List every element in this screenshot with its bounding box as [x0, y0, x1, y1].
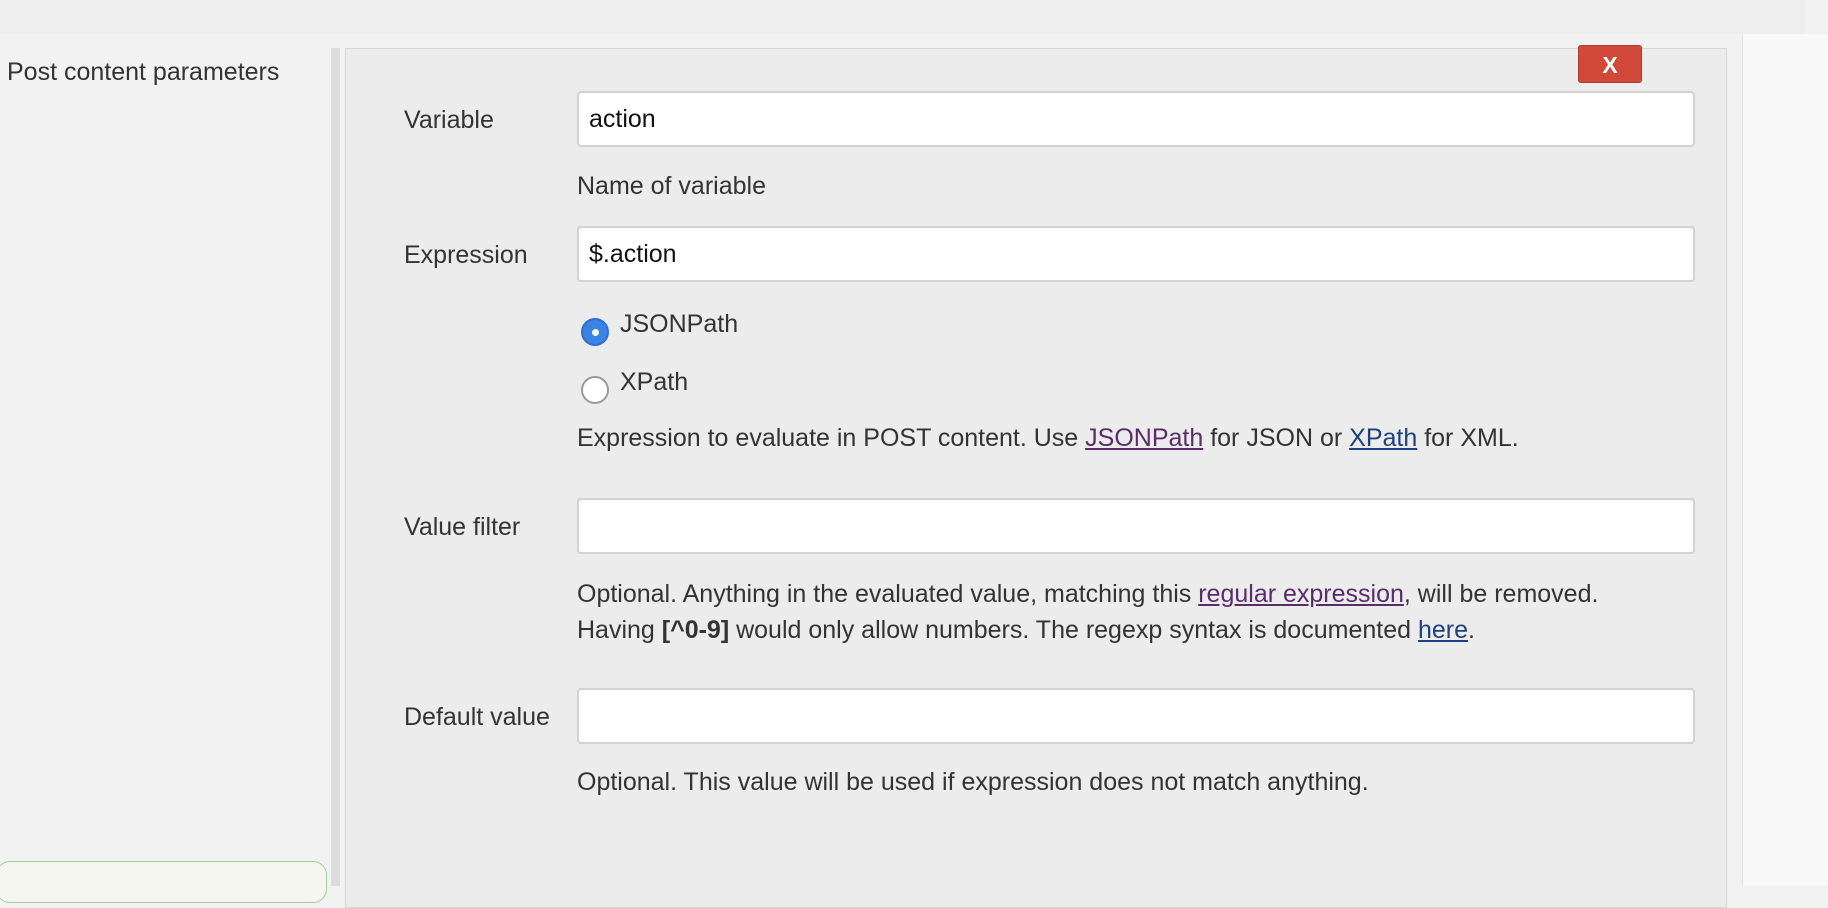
- delete-button[interactable]: X: [1578, 45, 1642, 83]
- default-value-input[interactable]: [577, 688, 1695, 744]
- expression-input[interactable]: [577, 226, 1695, 282]
- top-strip: [0, 0, 1806, 34]
- value-filter-help-line1-prefix: Optional. Anything in the evaluated valu…: [577, 580, 1199, 608]
- repeatable-handle: [331, 48, 340, 886]
- value-filter-help-line2-mid: would only allow numbers. The regexp syn…: [729, 616, 1418, 644]
- variable-help: Name of variable: [577, 172, 766, 200]
- section-label: Post content parameters: [7, 58, 280, 86]
- value-filter-help: Optional. Anything in the evaluated valu…: [577, 576, 1598, 648]
- value-filter-label: Value filter: [404, 513, 521, 541]
- right-gutter: [1742, 34, 1828, 886]
- xpath-link[interactable]: XPath: [1349, 424, 1417, 452]
- xpath-radio-label[interactable]: XPath: [620, 368, 688, 397]
- value-filter-input[interactable]: [577, 498, 1695, 554]
- value-filter-help-line2-prefix: Having: [577, 616, 662, 644]
- expression-help-prefix: Expression to evaluate in POST content. …: [577, 424, 1086, 452]
- regex-example: [^0-9]: [661, 616, 730, 644]
- variable-input[interactable]: [577, 91, 1695, 147]
- expression-help-suffix: for XML.: [1417, 424, 1519, 452]
- value-filter-help-line1: Optional. Anything in the evaluated valu…: [577, 576, 1598, 612]
- regular-expression-link[interactable]: regular expression: [1198, 580, 1404, 608]
- jsonpath-radio-label[interactable]: JSONPath: [620, 310, 738, 339]
- expression-help: Expression to evaluate in POST content. …: [577, 420, 1519, 456]
- value-filter-help-line2: Having [^0-9] would only allow numbers. …: [577, 612, 1598, 648]
- jsonpath-link[interactable]: JSONPath: [1085, 424, 1203, 452]
- bottom-left-box: [0, 861, 327, 903]
- default-value-label: Default value: [404, 703, 550, 731]
- here-link[interactable]: here: [1418, 616, 1468, 644]
- value-filter-help-line2-suffix: .: [1468, 616, 1475, 644]
- expression-label: Expression: [404, 241, 528, 269]
- default-value-help: Optional. This value will be used if exp…: [577, 768, 1369, 796]
- variable-label: Variable: [404, 106, 494, 134]
- value-filter-help-line1-suffix: , will be removed.: [1403, 580, 1599, 608]
- xpath-radio[interactable]: [581, 376, 609, 404]
- expression-help-mid: for JSON or: [1203, 424, 1350, 452]
- jsonpath-radio[interactable]: [581, 318, 609, 346]
